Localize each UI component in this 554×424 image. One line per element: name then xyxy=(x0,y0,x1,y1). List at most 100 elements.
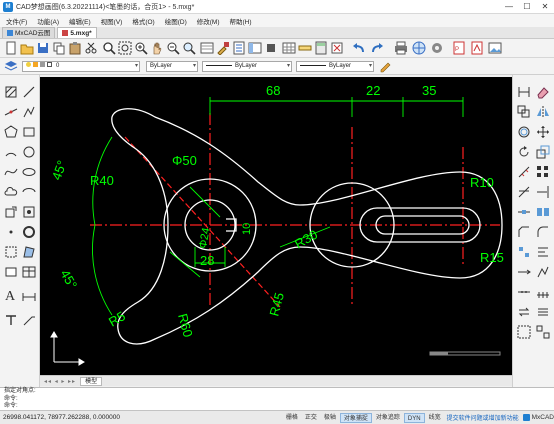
wipeout-icon[interactable] xyxy=(4,265,18,279)
trim-icon[interactable] xyxy=(517,185,531,199)
settings-icon[interactable] xyxy=(430,41,444,55)
multiline-text-icon[interactable]: A xyxy=(4,287,18,304)
toggle-ortho[interactable]: 正交 xyxy=(302,413,320,423)
layer-select[interactable]: 0 ▾ xyxy=(22,61,140,72)
insert-block-icon[interactable] xyxy=(4,205,18,219)
toggle-grid[interactable]: 栅格 xyxy=(283,413,301,423)
redo-icon[interactable] xyxy=(370,41,384,55)
calculator-icon[interactable] xyxy=(314,41,328,55)
command-window[interactable]: 指定对角点: 命令: 命令: xyxy=(0,387,554,410)
circle-icon[interactable] xyxy=(22,145,36,159)
erase-icon[interactable] xyxy=(330,41,344,55)
copy-object-icon[interactable] xyxy=(517,105,531,119)
menu-function[interactable]: 功能(A) xyxy=(37,16,59,26)
zoom-extents-icon[interactable] xyxy=(134,41,148,55)
undo-icon[interactable] xyxy=(352,41,366,55)
dimension-linear-icon[interactable] xyxy=(517,85,531,99)
web-globe-icon[interactable] xyxy=(412,41,426,55)
donut-icon[interactable] xyxy=(22,225,36,239)
mirror-icon[interactable] xyxy=(536,105,550,119)
pedit-icon[interactable] xyxy=(536,265,550,279)
ellipse-icon[interactable] xyxy=(22,165,36,179)
polygon-icon[interactable] xyxy=(4,125,18,139)
export-pdf-icon[interactable]: P xyxy=(452,41,466,55)
menu-format[interactable]: 格式(O) xyxy=(132,16,154,26)
menu-help[interactable]: 帮助(H) xyxy=(230,16,252,26)
table-draw-icon[interactable] xyxy=(22,265,36,279)
stretch-icon[interactable] xyxy=(517,165,531,179)
block-icon[interactable] xyxy=(264,41,278,55)
match-properties-icon[interactable] xyxy=(216,41,230,56)
tab-cloud[interactable]: MxCAD云图 xyxy=(2,27,56,38)
find-icon[interactable] xyxy=(182,41,196,55)
ungroup-icon[interactable] xyxy=(536,325,550,339)
color-select[interactable]: ByLayer ▾ xyxy=(146,61,198,72)
arc-icon[interactable] xyxy=(4,145,18,159)
layout-nav-arrows[interactable]: ◂◂ ◂ ▸ ▸▸ xyxy=(44,378,76,385)
measure-divide-icon[interactable] xyxy=(536,285,550,299)
toggle-object-track[interactable]: 对象追踪 xyxy=(373,413,403,423)
dimension-icon[interactable] xyxy=(22,287,36,301)
menu-file[interactable]: 文件(F) xyxy=(6,16,27,26)
group-icon[interactable] xyxy=(517,325,531,339)
toggle-polar[interactable]: 极轴 xyxy=(321,413,339,423)
new-file-icon[interactable] xyxy=(4,41,18,55)
layer-stack-icon[interactable] xyxy=(4,59,18,73)
menu-draw[interactable]: 绘图(D) xyxy=(165,16,187,26)
boundary-icon[interactable] xyxy=(4,245,18,259)
close-button[interactable]: ✕ xyxy=(536,0,554,14)
rotate-icon[interactable] xyxy=(517,145,531,159)
overkill-icon[interactable] xyxy=(536,305,550,319)
join-icon[interactable] xyxy=(536,205,550,219)
drawing-canvas[interactable]: 68 22 35 Φ50 R40 R10 R30 R15 Φ24 28 10 4… xyxy=(40,77,512,375)
table-icon[interactable] xyxy=(282,41,296,55)
feedback-link[interactable]: 提交软件问题或增加新功能 xyxy=(447,413,519,422)
lengthen-icon[interactable] xyxy=(517,265,531,279)
leader-icon[interactable] xyxy=(22,313,36,327)
offset-icon[interactable] xyxy=(517,125,531,139)
line-icon[interactable] xyxy=(22,85,36,99)
lineweight-select[interactable]: ByLayer ▾ xyxy=(296,61,374,72)
tab-drawing[interactable]: 5.mxg* xyxy=(57,27,97,38)
pan-hand-icon[interactable] xyxy=(150,41,164,55)
explode-icon[interactable] xyxy=(517,245,531,259)
reverse-icon[interactable] xyxy=(517,305,531,319)
layer-manager-icon[interactable] xyxy=(200,41,214,55)
open-folder-icon[interactable] xyxy=(20,41,34,55)
break-icon[interactable] xyxy=(517,205,531,219)
construction-line-icon[interactable] xyxy=(4,105,18,119)
measure-icon[interactable] xyxy=(298,41,312,55)
zoom-previous-icon[interactable] xyxy=(166,41,180,55)
maximize-button[interactable]: ☐ xyxy=(518,0,536,14)
chamfer-icon[interactable] xyxy=(517,225,531,239)
linetype-select[interactable]: ByLayer ▾ xyxy=(202,61,292,72)
single-line-text-icon[interactable] xyxy=(4,313,18,327)
print-icon[interactable] xyxy=(394,41,408,55)
toggle-dyn[interactable]: DYN xyxy=(403,412,425,423)
revision-cloud-icon[interactable] xyxy=(4,185,18,199)
hatch-icon[interactable] xyxy=(4,85,18,99)
properties-icon[interactable] xyxy=(232,41,246,55)
insert-image-icon[interactable] xyxy=(488,41,502,55)
region-icon[interactable] xyxy=(22,245,36,259)
design-center-icon[interactable] xyxy=(248,41,262,55)
polyline-icon[interactable] xyxy=(22,105,36,119)
fillet-icon[interactable] xyxy=(536,225,550,239)
pencil-icon[interactable] xyxy=(378,59,392,73)
minimize-button[interactable]: — xyxy=(500,0,518,14)
menu-view[interactable]: 视图(V) xyxy=(101,16,123,26)
extend-icon[interactable] xyxy=(536,185,550,199)
rectangle-icon[interactable] xyxy=(22,125,36,139)
menu-modify[interactable]: 修改(M) xyxy=(197,16,220,26)
ellipse-arc-icon[interactable] xyxy=(22,185,36,199)
zoom-realtime-icon[interactable] xyxy=(102,41,116,55)
cut-icon[interactable] xyxy=(84,41,98,55)
tab-model[interactable]: 模型 xyxy=(80,376,103,386)
make-block-icon[interactable] xyxy=(22,205,36,219)
save-icon[interactable] xyxy=(36,41,50,55)
divide-icon[interactable] xyxy=(517,285,531,299)
align-icon[interactable] xyxy=(536,245,550,259)
paste-icon[interactable] xyxy=(68,41,82,55)
zoom-window-icon[interactable] xyxy=(118,41,132,55)
copy-icon[interactable] xyxy=(52,41,66,55)
